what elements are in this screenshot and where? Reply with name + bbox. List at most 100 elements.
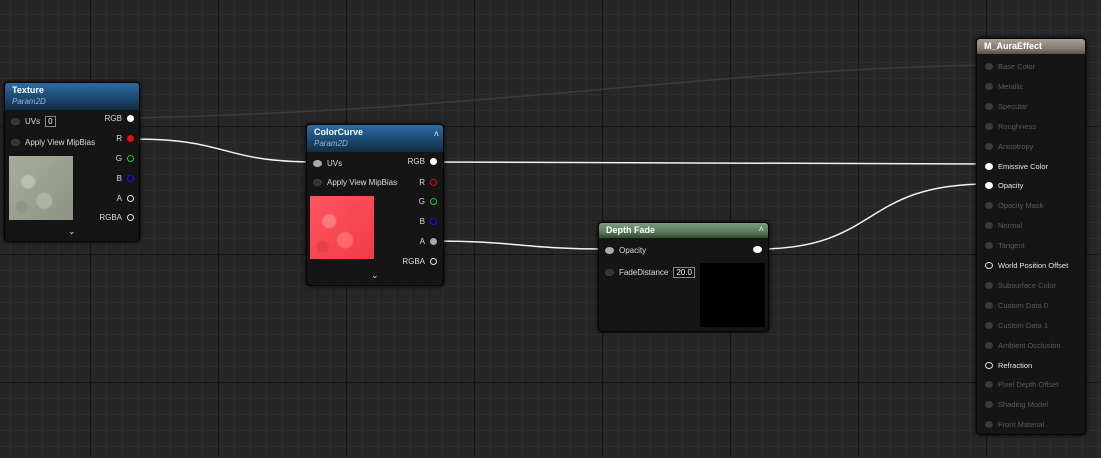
material-pin-row: Subsurface Color bbox=[985, 281, 1056, 290]
material-input-pin[interactable] bbox=[985, 222, 993, 230]
colorcurve-rgb-pin[interactable] bbox=[430, 158, 437, 165]
depthfade-collapse-chevron-icon[interactable]: ˄ bbox=[759, 224, 764, 234]
material-pin-row: Opacity Mask bbox=[985, 201, 1043, 210]
texture-g-pin[interactable] bbox=[127, 155, 134, 162]
material-pin-label: Roughness bbox=[998, 121, 1036, 131]
colorcurve-uvs-pin[interactable] bbox=[313, 160, 322, 167]
material-pin-row: Shading Model bbox=[985, 400, 1048, 409]
texture-mipbias-pin[interactable] bbox=[11, 139, 20, 146]
material-pin-row: Custom Data 0 bbox=[985, 301, 1048, 310]
material-input-pin[interactable] bbox=[985, 341, 993, 349]
wire-texture-r-colorcurve-uvs bbox=[132, 138, 317, 163]
colorcurve-mipbias-input: Apply View MipBias bbox=[313, 178, 402, 187]
material-input-pin[interactable] bbox=[985, 142, 993, 150]
depthfade-output-pin[interactable] bbox=[753, 246, 762, 253]
material-input-pin[interactable] bbox=[985, 381, 993, 389]
material-input-pin[interactable] bbox=[985, 361, 993, 369]
colorcurve-b-pin[interactable] bbox=[430, 218, 437, 225]
material-input-pin[interactable] bbox=[985, 63, 993, 70]
material-input-pin[interactable] bbox=[985, 262, 993, 269]
material-input-pin[interactable] bbox=[985, 421, 993, 429]
texture-node[interactable]: Texture Param2D UVs 0 Apply View MipBias… bbox=[4, 82, 140, 242]
material-input-pin[interactable] bbox=[985, 301, 993, 309]
wire-colorcurve-rgb-emissive bbox=[431, 161, 989, 165]
depthfade-output bbox=[753, 246, 762, 253]
colorcurve-mipbias-label: Apply View MipBias bbox=[327, 178, 398, 187]
material-pin-row: Opacity bbox=[985, 181, 1023, 190]
material-input-pin[interactable] bbox=[985, 182, 993, 190]
material-pin-label: Refraction bbox=[998, 360, 1033, 370]
texture-rgb-pin[interactable] bbox=[127, 115, 134, 122]
colorcurve-g-pin[interactable] bbox=[430, 198, 437, 205]
colorcurve-node-title: ColorCurve bbox=[314, 127, 364, 137]
material-pin-row: Pixel Depth Offset bbox=[985, 380, 1058, 389]
material-input-pin[interactable] bbox=[985, 281, 993, 289]
texture-uvs-pin[interactable] bbox=[11, 118, 20, 125]
texture-output-rgba: RGBA bbox=[94, 213, 134, 222]
colorcurve-expand-chevron-icon[interactable]: ⌄ bbox=[371, 270, 379, 281]
material-node-header[interactable]: M_AuraEffect bbox=[977, 39, 1085, 54]
material-input-pin[interactable] bbox=[985, 122, 993, 130]
depthfade-opacity-input: Opacity bbox=[605, 246, 651, 255]
material-pin-label: Opacity Mask bbox=[998, 201, 1044, 211]
material-input-pin[interactable] bbox=[985, 102, 993, 110]
material-pin-row: World Position Offset bbox=[985, 261, 1068, 270]
material-pin-row: Custom Data 1 bbox=[985, 321, 1048, 330]
texture-output-r: R bbox=[111, 134, 134, 143]
material-pin-row: Base Color bbox=[985, 62, 1035, 71]
colorcurve-output-g-label: G bbox=[418, 197, 425, 206]
texture-a-pin[interactable] bbox=[127, 195, 134, 202]
colorcurve-mipbias-pin[interactable] bbox=[313, 179, 322, 186]
material-pin-label: Custom Data 0 bbox=[998, 300, 1049, 310]
depthfade-fadedistance-value[interactable]: 20.0 bbox=[673, 267, 695, 278]
material-input-pin[interactable] bbox=[985, 401, 993, 409]
material-pin-row: Roughness bbox=[985, 122, 1036, 131]
colorcurve-output-g: G bbox=[414, 197, 437, 206]
connection-wires bbox=[132, 64, 989, 250]
colorcurve-node-header[interactable]: ColorCurve Param2D ˄ bbox=[307, 125, 443, 152]
texture-output-r-label: R bbox=[116, 134, 122, 143]
texture-output-g: G bbox=[111, 154, 134, 163]
material-pin-row: Specular bbox=[985, 102, 1028, 111]
material-pin-row: Front Material bbox=[985, 420, 1044, 429]
depthfade-opacity-pin[interactable] bbox=[605, 247, 614, 254]
colorcurve-collapse-chevron-icon[interactable]: ˄ bbox=[434, 129, 439, 139]
depthfade-fadedistance-input: FadeDistance 20.0 bbox=[605, 267, 695, 278]
colorcurve-output-a: A bbox=[415, 237, 437, 246]
texture-preview bbox=[9, 156, 73, 220]
colorcurve-output-rgba-label: RGBA bbox=[402, 257, 425, 266]
colorcurve-output-b: B bbox=[415, 217, 437, 226]
colorcurve-node[interactable]: ColorCurve Param2D ˄ UVs Apply View MipB… bbox=[306, 124, 444, 286]
colorcurve-rgba-pin[interactable] bbox=[430, 258, 437, 265]
material-pin-label: Ambient Occlusion bbox=[998, 340, 1061, 350]
material-input-pin[interactable] bbox=[985, 202, 993, 210]
texture-expand-chevron-icon[interactable]: ⌄ bbox=[68, 226, 76, 237]
material-input-pin[interactable] bbox=[985, 321, 993, 329]
material-pin-label: Specular bbox=[998, 101, 1028, 111]
texture-node-header[interactable]: Texture Param2D bbox=[5, 83, 139, 110]
depthfade-node-header[interactable]: Depth Fade ˄ bbox=[599, 223, 768, 238]
material-pin-label: Subsurface Color bbox=[998, 280, 1056, 290]
material-result-node[interactable]: M_AuraEffect Base Color Metallic Specular R… bbox=[976, 38, 1086, 435]
material-input-pin[interactable] bbox=[985, 82, 993, 90]
colorcurve-output-r: R bbox=[414, 178, 437, 187]
texture-uvs-value[interactable]: 0 bbox=[45, 116, 56, 127]
depthfade-node[interactable]: Depth Fade ˄ Opacity FadeDistance 20.0 bbox=[598, 222, 769, 332]
texture-b-pin[interactable] bbox=[127, 175, 134, 182]
material-pin-label: Emissive Color bbox=[998, 161, 1049, 171]
colorcurve-uvs-input: UVs bbox=[313, 159, 347, 168]
material-input-pin[interactable] bbox=[985, 162, 993, 170]
texture-r-pin[interactable] bbox=[127, 135, 134, 142]
depthfade-node-title: Depth Fade bbox=[606, 225, 656, 235]
texture-output-g-label: G bbox=[115, 154, 122, 163]
texture-rgba-pin[interactable] bbox=[127, 214, 134, 221]
texture-node-title: Texture bbox=[12, 85, 44, 95]
material-pin-row: Ambient Occlusion bbox=[985, 341, 1061, 350]
colorcurve-a-pin[interactable] bbox=[430, 238, 437, 245]
material-node-title: M_AuraEffect bbox=[984, 41, 1043, 51]
material-input-pin[interactable] bbox=[985, 242, 993, 250]
colorcurve-r-pin[interactable] bbox=[430, 179, 437, 186]
material-pin-label: Pixel Depth Offset bbox=[998, 380, 1059, 390]
depthfade-fadedistance-pin[interactable] bbox=[605, 269, 614, 276]
colorcurve-output-rgb: RGB bbox=[403, 157, 437, 166]
